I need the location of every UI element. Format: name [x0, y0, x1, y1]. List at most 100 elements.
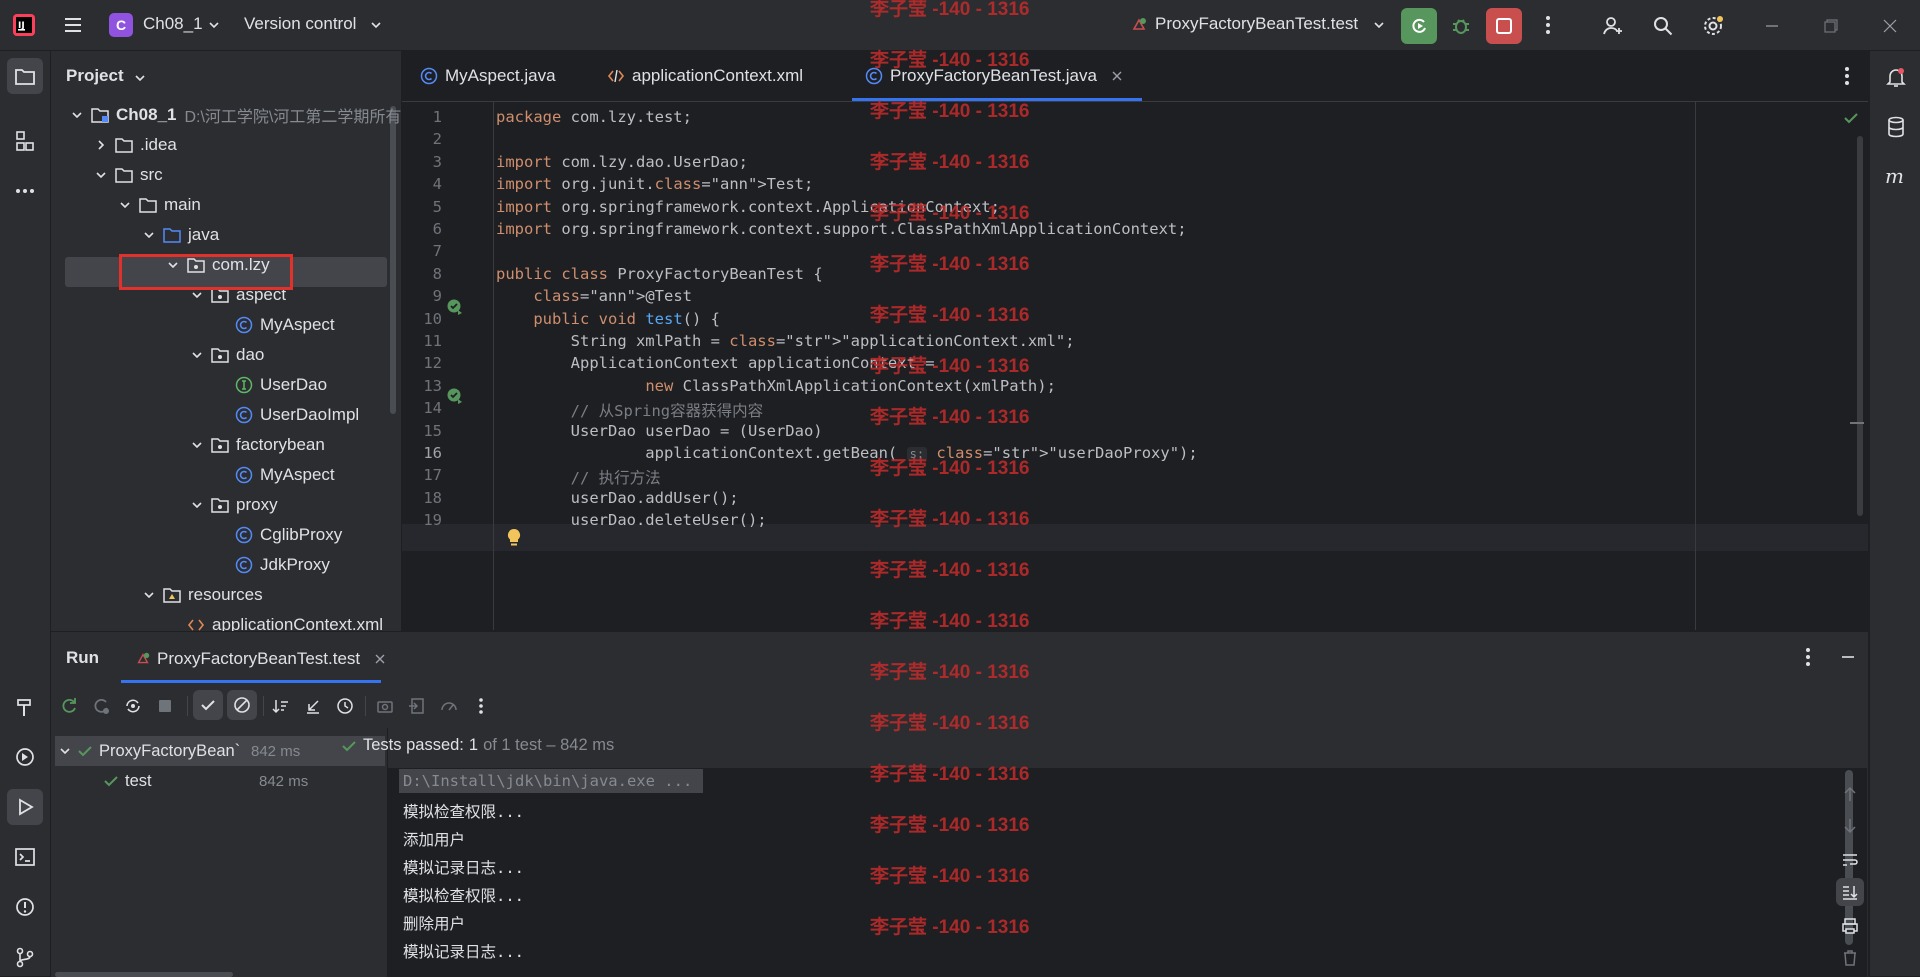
tab-proxyfactorybeantest-java[interactable]: ProxyFactoryBeanTest.java	[865, 51, 1123, 101]
maven-icon[interactable]: m	[1878, 159, 1914, 195]
chevron-down-icon[interactable]	[69, 107, 85, 123]
database-icon[interactable]	[1878, 109, 1914, 145]
chevron-down-icon[interactable]	[189, 497, 205, 513]
debug-icon[interactable]	[1445, 10, 1477, 42]
tree-item-factorybean[interactable]: factorybean	[51, 430, 401, 460]
chevron-down-icon[interactable]	[141, 587, 157, 603]
coverage-gauge-icon[interactable]	[435, 692, 463, 720]
sort-alphabetically-icon[interactable]	[267, 692, 295, 720]
chevron-down-icon[interactable]	[134, 72, 146, 84]
down-arrow-icon[interactable]	[1836, 812, 1864, 840]
main-menu-icon[interactable]	[58, 10, 88, 40]
rerun-button[interactable]	[1401, 8, 1437, 44]
git-branch-icon[interactable]	[7, 939, 43, 975]
tree-item-applicationcontext-xml[interactable]: applicationContext.xml	[51, 610, 401, 631]
hide-panel-icon[interactable]	[1833, 642, 1863, 672]
structure-tool-icon[interactable]	[7, 123, 43, 159]
project-name[interactable]: Ch08_1	[143, 14, 203, 34]
chevron-down-icon[interactable]	[370, 19, 382, 31]
tree-item-myaspect[interactable]: MyAspect	[51, 460, 401, 490]
run-configuration-selector[interactable]: ProxyFactoryBeanTest.test	[1155, 14, 1358, 34]
more-tool-windows-icon[interactable]	[7, 173, 43, 209]
console-line: 模拟检查权限...	[403, 803, 524, 821]
line-number: 15	[423, 421, 442, 440]
editor-scrollbar[interactable]	[1857, 136, 1863, 516]
chevron-down-icon[interactable]	[93, 167, 109, 183]
minimize-window-icon[interactable]	[1756, 10, 1788, 42]
show-ignored-toggle-icon[interactable]	[227, 690, 257, 720]
test-suite-row[interactable]: ProxyFactoryBean` 842 ms	[55, 736, 385, 766]
rerun-failed-icon[interactable]	[87, 692, 115, 720]
more-actions-icon[interactable]	[1533, 10, 1563, 40]
toggle-auto-test-icon[interactable]	[119, 692, 147, 720]
close-tab-icon[interactable]	[1111, 70, 1123, 82]
tree-item-label: java	[188, 225, 220, 244]
scroll-to-end-icon[interactable]	[1836, 878, 1864, 906]
console-output[interactable]: D:\Install\jdk\bin\java.exe ... 模拟检查权限...…	[387, 768, 1867, 977]
run-test-gutter-icon[interactable]	[446, 298, 464, 316]
services-icon[interactable]	[7, 739, 43, 775]
tree-item-jdkproxy[interactable]: JdkProxy	[51, 550, 401, 580]
chevron-right-icon[interactable]	[93, 137, 109, 153]
results-scrollbar[interactable]	[55, 972, 233, 977]
settings-gear-icon[interactable]	[1697, 10, 1729, 42]
search-icon[interactable]	[1647, 10, 1679, 42]
more-options-icon[interactable]	[467, 692, 495, 720]
chevron-down-icon[interactable]	[117, 197, 133, 213]
rerun-icon[interactable]	[55, 692, 83, 720]
close-window-icon[interactable]	[1874, 10, 1906, 42]
notifications-bell-icon[interactable]	[1878, 59, 1914, 95]
no-problems-check-icon[interactable]	[1843, 110, 1859, 126]
run-tab[interactable]: ProxyFactoryBeanTest.test	[135, 642, 386, 676]
run-tool-icon[interactable]	[7, 789, 43, 825]
tree-item-java[interactable]: java	[51, 220, 401, 250]
soft-wrap-icon[interactable]	[1836, 846, 1864, 874]
tree-item-src[interactable]: src	[51, 160, 401, 190]
tree-item-dao[interactable]: dao	[51, 340, 401, 370]
project-badge[interactable]: C	[109, 13, 133, 37]
restore-window-icon[interactable]	[1815, 10, 1847, 42]
tab-myaspect[interactable]: MyAspect.java	[420, 51, 556, 101]
tree-item-myaspect[interactable]: MyAspect	[51, 310, 401, 340]
test-case-row[interactable]: test 842 ms	[55, 766, 385, 796]
project-panel-title[interactable]: Project	[66, 66, 124, 86]
tree-item-proxy[interactable]: proxy	[51, 490, 401, 520]
terminal-icon[interactable]	[7, 839, 43, 875]
tree-item--idea[interactable]: .idea	[51, 130, 401, 160]
show-passed-toggle-icon[interactable]	[193, 690, 223, 720]
up-arrow-icon[interactable]	[1836, 780, 1864, 808]
tab-applicationcontext-xml[interactable]: applicationContext.xml	[607, 51, 803, 101]
tree-item-ch08-1[interactable]: Ch08_1 D:\河工学院\河工第二学期所有	[51, 100, 401, 130]
stop-button[interactable]	[1486, 8, 1522, 44]
tree-item-resources[interactable]: resources	[51, 580, 401, 610]
build-hammer-icon[interactable]	[7, 689, 43, 725]
tree-item-userdaoimpl[interactable]: UserDaoImpl	[51, 400, 401, 430]
chevron-down-icon[interactable]	[189, 347, 205, 363]
stop-icon[interactable]	[151, 692, 179, 720]
intention-bulb-icon[interactable]	[506, 528, 522, 548]
project-tool-icon[interactable]	[7, 58, 43, 94]
editor-tabs-more-icon[interactable]	[1832, 61, 1862, 91]
print-icon[interactable]	[1836, 912, 1864, 940]
chevron-down-icon[interactable]	[189, 437, 205, 453]
run-test-gutter-icon[interactable]	[446, 387, 464, 405]
collapse-all-icon[interactable]	[299, 692, 327, 720]
close-tab-icon[interactable]	[374, 653, 386, 665]
code-editor[interactable]: 1 package com.lzy.test; 2 3 import com.lzy.d…	[402, 102, 1868, 630]
run-panel-options-icon[interactable]	[1793, 642, 1823, 672]
chevron-down-icon[interactable]	[208, 19, 220, 31]
problems-icon[interactable]	[7, 889, 43, 925]
chevron-down-icon[interactable]	[141, 227, 157, 243]
screenshot-icon[interactable]	[371, 692, 399, 720]
tree-item-main[interactable]: main	[51, 190, 401, 220]
clear-trash-icon[interactable]	[1836, 944, 1864, 972]
chevron-down-icon[interactable]	[59, 745, 71, 757]
import-tests-icon[interactable]	[403, 692, 431, 720]
intellij-logo-icon[interactable]: IJ	[12, 13, 36, 37]
test-history-icon[interactable]	[331, 692, 359, 720]
tree-item-userdao[interactable]: UserDao	[51, 370, 401, 400]
tree-item-cglibproxy[interactable]: CglibProxy	[51, 520, 401, 550]
version-control-menu[interactable]: Version control	[244, 14, 356, 34]
add-user-icon[interactable]	[1597, 10, 1629, 42]
chevron-down-icon[interactable]	[1373, 19, 1385, 31]
